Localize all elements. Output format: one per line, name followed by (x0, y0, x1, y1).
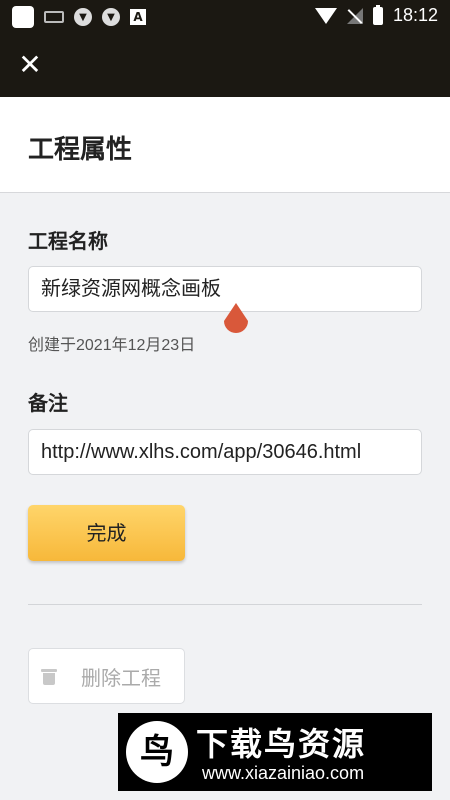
watermark-logo-icon: 鸟 (126, 721, 188, 783)
done-button[interactable]: 完成 (28, 505, 185, 561)
delete-project-button[interactable]: 删除工程 (28, 648, 185, 704)
close-icon[interactable]: ✕ (18, 51, 42, 79)
status-icons-right: 18:12 (314, 4, 438, 26)
project-name-label: 工程名称 (28, 229, 108, 253)
watermark-url: www.xiazainiao.com (202, 763, 365, 783)
notes-label: 备注 (28, 391, 68, 415)
page-title: 工程属性 (28, 135, 133, 165)
no-signal-icon (346, 7, 363, 24)
battery-icon (372, 4, 383, 25)
watermark: 鸟 下载鸟资源 www.xiazainiao.com (118, 713, 432, 791)
delete-project-label: 删除工程 (81, 665, 161, 690)
app-notification-icon (12, 6, 34, 28)
wifi-icon (314, 7, 337, 24)
title-bar: 工程属性 (0, 97, 450, 193)
status-bar: ▼ ▼ A 18:12 (0, 0, 450, 34)
keyboard-icon (44, 11, 64, 23)
status-time: 18:12 (392, 5, 438, 25)
letter-notification-icon: A (130, 9, 146, 25)
watermark-title: 下载鸟资源 (196, 725, 367, 763)
text-cursor-handle-icon[interactable] (222, 303, 250, 337)
shield-icon-2: ▼ (102, 8, 120, 26)
toolbar: ✕ (0, 34, 450, 97)
status-icons-left: ▼ ▼ A (12, 6, 146, 28)
notes-input[interactable]: http://www.xlhs.com/app/30646.html (28, 429, 422, 475)
created-date-text: 创建于2021年12月23日 (28, 337, 196, 354)
trash-icon (41, 667, 57, 685)
divider (28, 604, 422, 605)
shield-icon: ▼ (74, 8, 92, 26)
